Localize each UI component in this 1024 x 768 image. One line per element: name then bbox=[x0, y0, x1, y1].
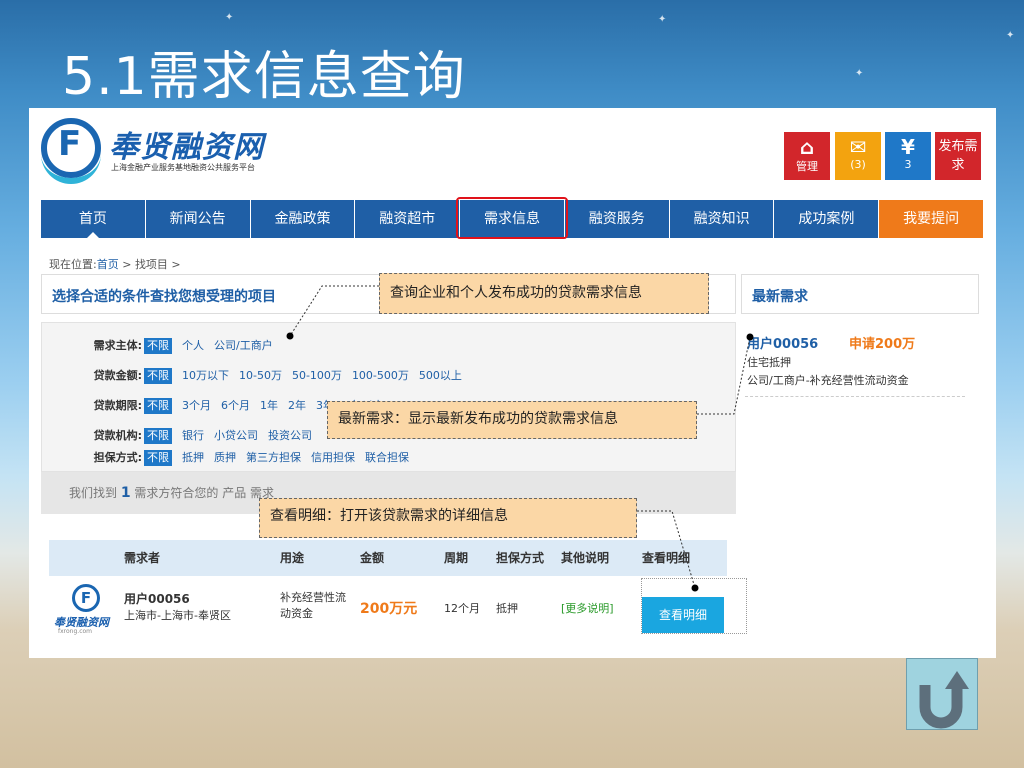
filter-heading: 选择合适的条件查找您想受理的项目 bbox=[52, 289, 276, 305]
website-screenshot: F 奉贤融资网 上海金融产业服务基地融资公共服务平台 ⌂ 管理 ✉ (3) ¥ … bbox=[29, 108, 996, 658]
home-icon: ⌂ bbox=[799, 135, 815, 159]
filter-option[interactable]: 10万以下 bbox=[182, 361, 229, 391]
nav-ask[interactable]: 我要提问 bbox=[879, 200, 984, 238]
table-row: F 奉贤融资网 fxrong.com 用户00056 上海市-上海市-奉贤区 补… bbox=[49, 576, 727, 638]
yen-icon: ¥ bbox=[901, 135, 915, 159]
filter-option[interactable]: 500以上 bbox=[419, 361, 462, 391]
site-logo[interactable]: F 奉贤融资网 上海金融产业服务基地融资公共服务平台 bbox=[41, 118, 311, 184]
filter-option[interactable]: 质押 bbox=[214, 443, 236, 473]
filter-option[interactable]: 100-500万 bbox=[352, 361, 409, 391]
filter-option-selected[interactable]: 不限 bbox=[144, 428, 172, 444]
filter-option[interactable]: 第三方担保 bbox=[246, 443, 301, 473]
publish-demand-button[interactable]: 发布需求 bbox=[935, 132, 981, 180]
latest-heading: 最新需求 bbox=[752, 289, 808, 305]
col-header: 其他说明 bbox=[561, 551, 610, 565]
col-header: 用途 bbox=[280, 551, 305, 565]
filter-option[interactable]: 10-50万 bbox=[239, 361, 282, 391]
filter-option[interactable]: 50-100万 bbox=[292, 361, 342, 391]
filter-list: 需求主体: 不限 个人 公司/工商户 贷款金额: 不限 10万以下 10-50万… bbox=[41, 322, 736, 472]
requester-user[interactable]: 用户00056 bbox=[124, 590, 231, 607]
nav-service[interactable]: 融资服务 bbox=[564, 200, 670, 238]
filter-option-selected[interactable]: 不限 bbox=[144, 368, 172, 384]
amount-cell: 200万元 bbox=[360, 601, 418, 617]
filter-row: 担保方式: 不限 抵押 质押 第三方担保 信用担保 联合担保 bbox=[42, 443, 735, 473]
col-header: 周期 bbox=[444, 551, 469, 565]
filter-option-selected[interactable]: 不限 bbox=[144, 338, 172, 354]
filter-option[interactable]: 联合担保 bbox=[365, 443, 409, 473]
logo-name: 奉贤融资网 bbox=[109, 130, 264, 165]
latest-line2: 公司/工商户-补充经营性流动资金 bbox=[747, 374, 909, 387]
filter-option[interactable]: 抵押 bbox=[182, 443, 204, 473]
result-count: 1 bbox=[120, 485, 131, 501]
requester-location: 上海市-上海市-奉贤区 bbox=[124, 609, 231, 622]
callout-query: 查询企业和个人发布成功的贷款需求信息 bbox=[379, 273, 709, 314]
mail-icon: ✉ bbox=[849, 135, 867, 159]
period-cell: 12个月 bbox=[444, 602, 480, 615]
latest-user[interactable]: 用户00056 bbox=[747, 337, 818, 352]
filter-option[interactable]: 3个月 bbox=[182, 391, 211, 421]
u-turn-icon bbox=[919, 671, 969, 729]
nav-cases[interactable]: 成功案例 bbox=[774, 200, 880, 238]
table-header: 需求者 用途 金额 周期 担保方式 其他说明 查看明细 bbox=[49, 540, 727, 576]
filter-option[interactable]: 信用担保 bbox=[311, 443, 355, 473]
back-button[interactable] bbox=[906, 658, 978, 730]
logo-subtitle: 上海金融产业服务基地融资公共服务平台 bbox=[111, 163, 255, 172]
filter-option[interactable]: 6个月 bbox=[221, 391, 250, 421]
nav-knowledge[interactable]: 融资知识 bbox=[669, 200, 775, 238]
latest-demand-item[interactable]: 用户00056 申请200万 住宅抵押 公司/工商户-补充经营性流动资金 bbox=[747, 336, 967, 390]
latest-demand-header: 最新需求 bbox=[741, 274, 979, 314]
nav-news[interactable]: 新闻公告 bbox=[145, 200, 251, 238]
logo-mark-icon: F bbox=[72, 584, 100, 612]
col-header: 查看明细 bbox=[642, 551, 691, 565]
callout-detail: 查看明细：打开该贷款需求的详细信息 bbox=[259, 498, 637, 538]
filter-row: 贷款金额: 不限 10万以下 10-50万 50-100万 100-500万 5… bbox=[42, 361, 735, 391]
nav-policy[interactable]: 金融政策 bbox=[250, 200, 356, 238]
messages-button[interactable]: ✉ (3) bbox=[835, 132, 881, 180]
filter-row: 需求主体: 不限 个人 公司/工商户 bbox=[42, 331, 735, 361]
requester-logo: F 奉贤融资网 fxrong.com bbox=[54, 584, 116, 635]
nav-market[interactable]: 融资超市 bbox=[355, 200, 461, 238]
nav-home[interactable]: 首页 bbox=[41, 200, 146, 238]
manage-button[interactable]: ⌂ 管理 bbox=[784, 132, 830, 180]
latest-line1: 住宅抵押 bbox=[747, 356, 791, 369]
filter-option[interactable]: 2年 bbox=[288, 391, 306, 421]
filter-option-selected[interactable]: 不限 bbox=[144, 450, 172, 466]
yen-button[interactable]: ¥ 3 bbox=[885, 132, 931, 180]
guarantee-cell: 抵押 bbox=[496, 602, 518, 615]
purpose-cell: 补充经营性流动资金 bbox=[280, 591, 346, 620]
filter-option[interactable]: 公司/工商户 bbox=[214, 331, 273, 361]
breadcrumb: 现在位置:首页 > 找项目 > bbox=[49, 258, 181, 271]
view-detail-button[interactable]: 查看明细 bbox=[642, 597, 724, 633]
filter-option[interactable]: 个人 bbox=[182, 331, 204, 361]
more-info-link[interactable]: [更多说明] bbox=[561, 600, 614, 616]
divider bbox=[745, 396, 965, 397]
latest-amount: 申请200万 bbox=[849, 337, 916, 352]
breadcrumb-home[interactable]: 首页 bbox=[97, 258, 119, 271]
nav-highlight-box bbox=[456, 197, 568, 239]
filter-option[interactable]: 1年 bbox=[260, 391, 278, 421]
filter-option-selected[interactable]: 不限 bbox=[144, 398, 172, 414]
slide-title: 5.1需求信息查询 bbox=[62, 47, 466, 107]
col-header: 需求者 bbox=[124, 551, 161, 565]
callout-latest: 最新需求：显示最新发布成功的贷款需求信息 bbox=[327, 401, 697, 439]
breadcrumb-page: 找项目 bbox=[134, 258, 168, 271]
col-header: 金额 bbox=[360, 551, 385, 565]
col-header: 担保方式 bbox=[496, 551, 545, 565]
